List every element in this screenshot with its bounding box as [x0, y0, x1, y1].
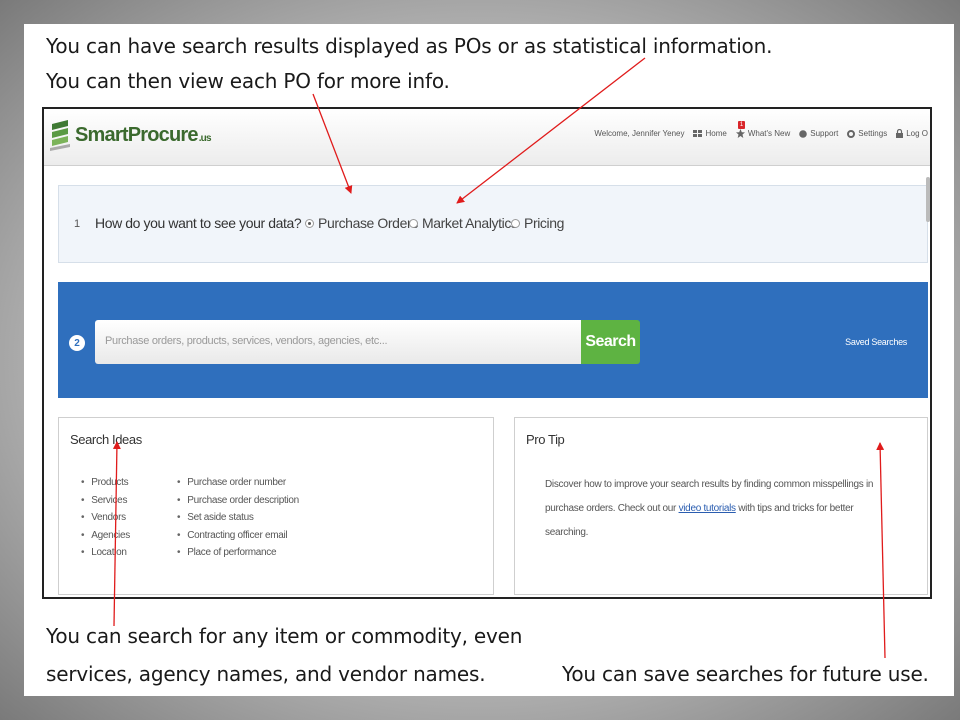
step-number-1: 1 [74, 218, 81, 230]
nav-whats-new-label: What's New [747, 129, 791, 138]
search-ideas-list-2: Purchase order number Purchase order des… [177, 477, 299, 565]
radio-unselected-icon [409, 218, 418, 228]
list-item: Place of performance [177, 547, 299, 565]
pro-tip-text: Discover how to improve your search resu… [545, 473, 875, 545]
view-question: How do you want to see your data? [95, 215, 302, 231]
radio-pricing-label: Pricing [524, 215, 564, 231]
caption-bottom-2: services, agency names, and vendor names… [46, 662, 486, 686]
grid-icon [693, 129, 703, 137]
star-icon [735, 129, 745, 138]
nav-logout[interactable]: Log O [896, 129, 928, 138]
caption-bottom-1: You can search for any item or commodity… [46, 624, 523, 648]
scrollbar[interactable] [926, 177, 930, 222]
logo[interactable]: SmartProcure.us [48, 118, 212, 152]
search-ideas-title: Search Ideas [70, 432, 142, 447]
welcome-text: Welcome, Jennifer Yeney [594, 129, 685, 138]
list-item: Services [81, 495, 130, 513]
saved-searches-link[interactable]: Saved Searches [845, 337, 907, 347]
list-item: Purchase order description [177, 495, 299, 513]
search-ideas-list-1: Products Services Vendors Agencies Locat… [81, 477, 130, 565]
logo-name: SmartProcure [75, 123, 198, 146]
logo-mark-icon [50, 120, 70, 151]
lock-icon [896, 129, 904, 138]
pro-tip-panel: Pro Tip Discover how to improve your sea… [514, 417, 928, 595]
list-item: Contracting officer email [177, 530, 299, 548]
nav-whats-new[interactable]: 1 What's New [735, 121, 791, 138]
radio-market-analytics[interactable]: Market Analytics [409, 215, 518, 231]
search-band: 2 Purchase orders, products, services, v… [58, 282, 928, 398]
nav-settings-label: Settings [858, 129, 888, 138]
logo-text: SmartProcure.us [75, 123, 212, 147]
list-item: Purchase order number [177, 477, 299, 495]
pro-tip-title: Pro Tip [526, 432, 565, 447]
caption-top-2: You can then view each PO for more info. [46, 69, 450, 93]
nav-support-label: Support [810, 129, 839, 138]
slide: You can have search results displayed as… [24, 24, 954, 696]
radio-selected-icon [305, 218, 314, 228]
video-tutorials-link[interactable]: video tutorials [679, 503, 737, 514]
app-screenshot: SmartProcure.us Welcome, Jennifer Yeney … [42, 107, 932, 599]
nav-logout-label: Log O [906, 129, 928, 138]
support-icon [799, 129, 808, 138]
top-bar: SmartProcure.us Welcome, Jennifer Yeney … [44, 109, 930, 166]
logo-suffix: .us [198, 132, 212, 144]
list-item: Set aside status [177, 512, 299, 530]
list-item: Location [81, 547, 130, 565]
nav-settings[interactable]: Settings [847, 129, 887, 138]
radio-unselected-icon [511, 218, 520, 228]
notification-badge: 1 [737, 121, 746, 129]
nav-home-label: Home [705, 129, 727, 138]
radio-market-analytics-label: Market Analytics [422, 215, 518, 231]
step-number-2: 2 [69, 335, 85, 351]
nav-support[interactable]: Support [799, 129, 838, 138]
nav-home[interactable]: Home [693, 129, 727, 138]
radio-pricing[interactable]: Pricing [511, 215, 564, 231]
radio-purchase-orders[interactable]: Purchase Orders [305, 215, 418, 231]
caption-bottom-3: You can save searches for future use. [562, 662, 929, 686]
search-button[interactable]: Search [581, 320, 640, 364]
top-nav: Welcome, Jennifer Yeney Home 1 What's Ne… [585, 121, 928, 138]
list-item: Vendors [81, 512, 130, 530]
list-item: Agencies [81, 530, 130, 548]
search-input[interactable]: Purchase orders, products, services, ven… [95, 320, 581, 364]
caption-top-1: You can have search results displayed as… [46, 34, 773, 58]
radio-purchase-orders-label: Purchase Orders [318, 215, 418, 231]
data-view-selector: 1 How do you want to see your data? Purc… [58, 185, 928, 263]
gear-icon [847, 129, 856, 138]
list-item: Products [81, 477, 130, 495]
search-ideas-panel: Search Ideas Products Services Vendors A… [58, 417, 494, 595]
